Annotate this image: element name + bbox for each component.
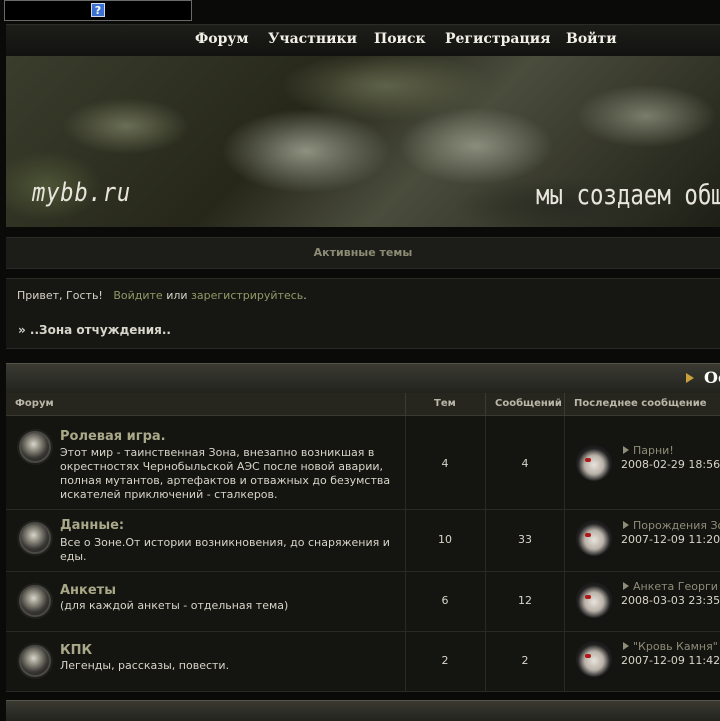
forum-topics-count: 2 xyxy=(441,654,449,667)
forum-topics-count: 6 xyxy=(441,594,449,607)
forum-description: (для каждой анкеты - отдельная тема) xyxy=(60,599,289,612)
forum-posts-count: 12 xyxy=(518,594,532,607)
help-icon[interactable]: ? xyxy=(91,3,105,17)
col-topics: Тем xyxy=(434,398,456,409)
forum-status-icon xyxy=(19,645,51,677)
last-post-link[interactable]: Парни! xyxy=(623,444,674,457)
forum-name[interactable]: КПК xyxy=(60,643,92,658)
nav-members[interactable]: Участники xyxy=(268,31,357,47)
forum-posts-count: 33 xyxy=(518,533,532,546)
nav-login[interactable]: Войти xyxy=(566,31,617,47)
next-category-header xyxy=(6,700,720,721)
col-last-post: Последнее сообщение xyxy=(574,398,707,409)
greeting-dot: . xyxy=(303,289,307,302)
column-divider xyxy=(405,393,406,415)
last-post-title[interactable]: Парни! xyxy=(633,444,674,457)
forum-row: Данные: Все о Зоне.От истории возникнове… xyxy=(6,510,720,572)
category-arrow-icon xyxy=(686,373,694,383)
forum-name[interactable]: Данные: xyxy=(60,518,124,533)
last-poster-avatar xyxy=(576,582,612,618)
last-post-title[interactable]: Порождения Зо xyxy=(633,519,720,532)
forum-description: Этот мир - таинственная Зона, внезапно в… xyxy=(60,446,391,501)
forum-status-icon xyxy=(19,585,51,617)
active-topics-bar: Активные темы xyxy=(6,237,720,269)
banner-slogan: мы создаем общ xyxy=(536,178,720,211)
forum-row: КПК Легенды, рассказы, повести. 2 2 "Кро… xyxy=(6,632,720,692)
last-post-title[interactable]: Анкета Георги xyxy=(633,580,718,593)
category-title: Ос xyxy=(704,368,720,387)
banner-logo: mybb.ru xyxy=(32,178,132,208)
last-post-date: 2007-12-09 11:20 xyxy=(621,533,720,546)
nav-register[interactable]: Регистрация xyxy=(445,31,551,47)
help-box: ? xyxy=(4,0,192,21)
forum-description: Все о Зоне.От истории возникновения, до … xyxy=(60,536,390,563)
nav-forum[interactable]: Форум xyxy=(195,31,249,47)
forum-topics-count: 10 xyxy=(438,533,452,546)
last-poster-avatar xyxy=(576,641,612,677)
column-divider xyxy=(485,393,486,415)
last-post-link[interactable]: "Кровь Камня" xyxy=(623,640,718,653)
breadcrumb[interactable]: » ..Зона отчуждения.. xyxy=(18,323,171,337)
top-bar: ? xyxy=(0,0,720,22)
greeting-hello: Привет, Гость! xyxy=(17,289,103,302)
last-post-link[interactable]: Анкета Георги xyxy=(623,580,718,593)
greeting-block: Привет, Гость! Войдите или зарегистрируй… xyxy=(6,278,720,349)
col-forum: Форум xyxy=(15,398,54,409)
register-link[interactable]: зарегистрируйтесь xyxy=(191,289,303,302)
login-link[interactable]: Войдите xyxy=(113,289,162,302)
forum-description: Легенды, рассказы, повести. xyxy=(60,659,230,672)
last-post-date: 2007-12-09 11:42 xyxy=(621,654,720,667)
forum-row: Анкеты (для каждой анкеты - отдельная те… xyxy=(6,572,720,632)
category-header: Ос xyxy=(6,363,720,393)
last-post-link[interactable]: Порождения Зо xyxy=(623,519,720,532)
forum-posts-count: 2 xyxy=(521,654,529,667)
forum-topics-count: 4 xyxy=(441,457,449,470)
arrow-icon xyxy=(623,642,629,650)
site-banner[interactable]: mybb.ru мы создаем общ xyxy=(6,56,720,227)
arrow-icon xyxy=(623,521,629,529)
nav-search[interactable]: Поиск xyxy=(374,31,426,47)
last-post-title[interactable]: "Кровь Камня" xyxy=(633,640,718,653)
col-posts: Сообщений xyxy=(495,398,562,409)
active-topics-link[interactable]: Активные темы xyxy=(314,246,413,259)
forum-row: Ролевая игра. Этот мир - таинственная Зо… xyxy=(6,416,720,510)
greeting-line: Привет, Гость! Войдите или зарегистрируй… xyxy=(17,289,307,302)
forum-name[interactable]: Ролевая игра. xyxy=(60,429,166,444)
forum-status-icon xyxy=(19,522,51,554)
last-poster-avatar xyxy=(576,520,612,556)
column-divider xyxy=(564,393,565,415)
last-post-date: 2008-02-29 18:56 xyxy=(621,458,720,471)
last-poster-avatar xyxy=(576,445,612,481)
last-post-date: 2008-03-03 23:35 xyxy=(621,594,720,607)
forum-name[interactable]: Анкеты xyxy=(60,583,116,598)
forum-status-icon xyxy=(19,431,51,463)
greeting-or: или xyxy=(166,289,188,302)
column-headers: Форум Тем Сообщений Последнее сообщение xyxy=(6,393,720,416)
arrow-icon xyxy=(623,582,629,590)
main-nav: Форум Участники Поиск Регистрация Войти xyxy=(6,24,720,56)
arrow-icon xyxy=(623,446,629,454)
forum-posts-count: 4 xyxy=(521,457,529,470)
